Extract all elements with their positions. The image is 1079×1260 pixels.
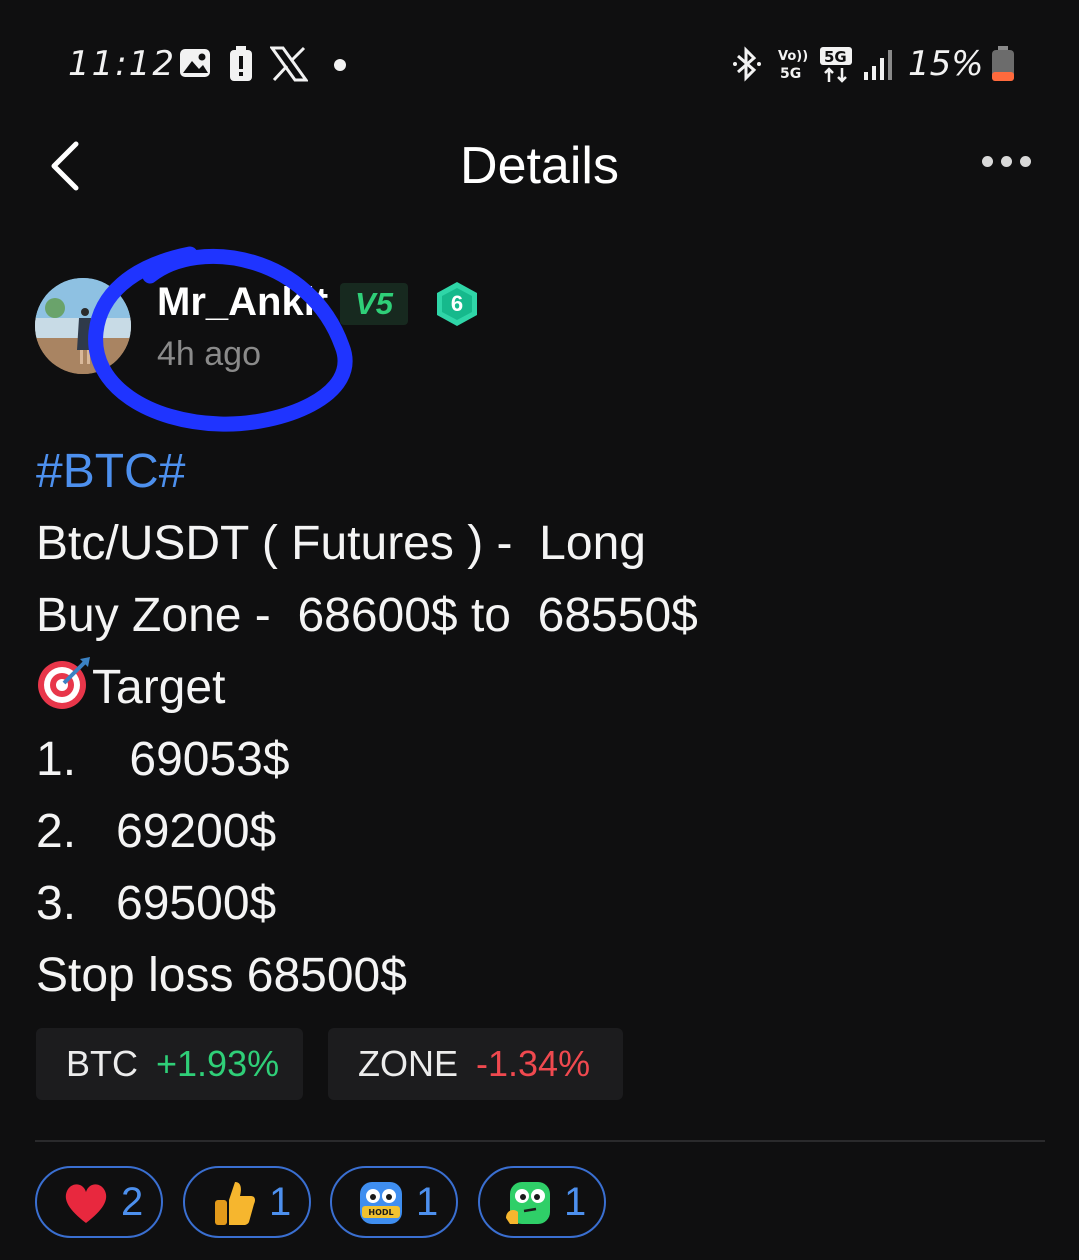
- coin-change: -1.34%: [476, 1043, 591, 1084]
- target-icon: [38, 657, 90, 709]
- post-line-label: Target: [92, 661, 226, 714]
- post-body: #BTC# Btc/USDT ( Futures ) - Long Buy Zo…: [36, 436, 1046, 1012]
- avatar-photo: [35, 278, 131, 374]
- volte-icon: Vo)) 5G: [778, 49, 808, 82]
- nav-bar: Details: [0, 120, 1079, 210]
- divider: [35, 1140, 1045, 1142]
- reaction-count: 2: [121, 1180, 144, 1224]
- svg-text:5G: 5G: [824, 48, 847, 66]
- post-line: Buy Zone - 68600$ to 68550$: [36, 589, 698, 642]
- coin-chip-btc[interactable]: BTC +1.93%: [36, 1028, 303, 1100]
- post-line: 2. 69200$: [36, 805, 277, 858]
- level-badge: 6: [437, 282, 477, 326]
- post-line: Btc/USDT ( Futures ) - Long: [36, 517, 646, 570]
- reaction-count: 1: [564, 1180, 587, 1224]
- coin-chip-zone[interactable]: ZONE -1.34%: [328, 1028, 623, 1100]
- post-line: Stop loss 68500$: [36, 949, 407, 1002]
- level-number: 6: [451, 291, 463, 316]
- reaction-count: 1: [416, 1180, 439, 1224]
- status-time: 11:12: [68, 44, 176, 84]
- post-line: 1. 69053$: [36, 733, 290, 786]
- status-bar: 11:12 Vo)) 5G 5G 15%: [0, 30, 1079, 100]
- dot-icon: [334, 59, 346, 71]
- battery-alert-icon: [230, 46, 252, 81]
- svg-text:HODL: HODL: [368, 1208, 393, 1217]
- hodl-icon: HODL: [360, 1182, 402, 1224]
- coin-symbol: ZONE: [358, 1043, 459, 1084]
- more-dot-icon: [1020, 156, 1031, 167]
- battery-percent: 15%: [908, 44, 984, 84]
- target-line: Target: [36, 652, 1046, 724]
- more-dot-icon: [1001, 156, 1012, 167]
- more-dot-icon: [982, 156, 993, 167]
- x-icon: [270, 46, 308, 82]
- more-options-button[interactable]: [982, 154, 1044, 178]
- reaction-thinking[interactable]: 1: [478, 1166, 606, 1238]
- coin-symbol: BTC: [66, 1043, 138, 1084]
- post-time: 4h ago: [157, 335, 261, 373]
- reaction-count: 1: [269, 1180, 292, 1224]
- post-line: 3. 69500$: [36, 877, 277, 930]
- reaction-hodl[interactable]: HODL 1: [330, 1166, 458, 1238]
- gallery-icon: [180, 49, 210, 77]
- reaction-heart[interactable]: 2: [35, 1166, 163, 1238]
- thinking-icon: [506, 1182, 550, 1224]
- coin-change: +1.93%: [156, 1043, 280, 1084]
- heart-icon: [65, 1184, 107, 1223]
- author-name[interactable]: Mr_Ankit: [157, 280, 328, 325]
- vip-badge: V5: [340, 283, 408, 325]
- svg-text:Vo)): Vo)): [778, 49, 808, 64]
- avatar[interactable]: [35, 278, 131, 374]
- hashtag-link[interactable]: #BTC#: [36, 436, 1046, 508]
- reaction-thumbs-up[interactable]: 1: [183, 1166, 311, 1238]
- thumbs-up-icon: [215, 1182, 255, 1225]
- battery-icon: [992, 46, 1014, 81]
- 5g-icon: 5G: [820, 47, 852, 83]
- signal-icon: [864, 50, 892, 80]
- page-title: Details: [460, 137, 619, 195]
- bluetooth-icon: [733, 46, 761, 82]
- svg-text:5G: 5G: [780, 66, 801, 82]
